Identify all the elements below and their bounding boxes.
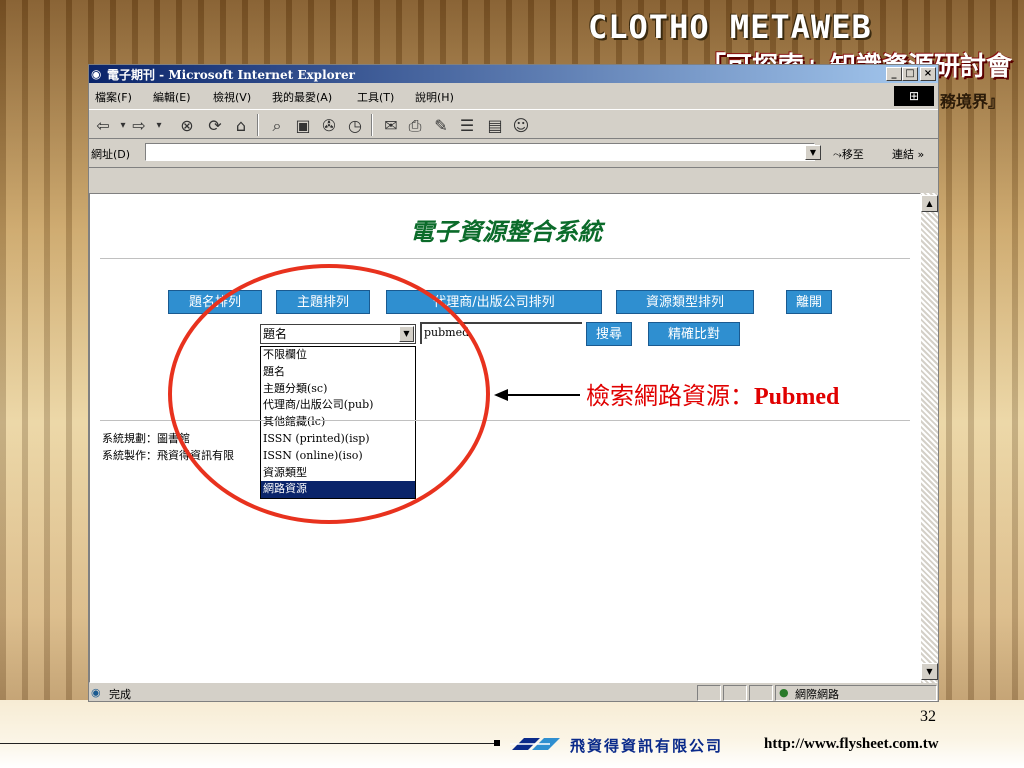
edit-icon[interactable]: ✎ [431, 116, 451, 136]
address-bar: 網址(D) ▼ ⤳移至 連結 » [89, 141, 938, 165]
exit-button[interactable]: 離開 [786, 290, 832, 314]
address-input[interactable] [145, 143, 815, 161]
menu-edit[interactable]: 編輯(E) [153, 89, 191, 105]
mail-icon[interactable]: ✉ [381, 116, 401, 136]
highlight-ellipse [168, 264, 490, 524]
zone-text: 網際網路 [795, 688, 839, 701]
title-divider [100, 258, 910, 259]
history-icon[interactable]: ◷ [345, 116, 365, 136]
windows-logo-icon: ⊞ [894, 86, 934, 106]
menu-tools[interactable]: 工具(T) [357, 89, 394, 105]
footer-line [0, 743, 500, 744]
status-pane [697, 685, 721, 701]
slide-number: 32 [920, 708, 936, 725]
links-button[interactable]: 連結 » [892, 146, 924, 162]
menu-bar: 檔案(F) 編輯(E) 檢視(V) 我的最愛(A) 工具(T) 說明(H) ⊞ [89, 85, 938, 107]
title-bar[interactable]: ◉ 電子期刊 - Microsoft Internet Explorer _ □… [89, 65, 938, 83]
arrow-left-icon [494, 389, 580, 401]
go-button[interactable]: ⤳移至 [833, 146, 864, 162]
forward-icon[interactable]: ⇨ [129, 116, 149, 136]
annotation-prefix: 檢索網路資源： [586, 382, 754, 410]
toolbar-separator [371, 114, 373, 136]
maximize-button[interactable]: □ [902, 67, 918, 81]
banner-subtitle-tail: 務境界』 [940, 92, 1005, 111]
flysheet-logo-icon [510, 738, 560, 750]
minimize-button[interactable]: _ [886, 67, 902, 81]
print-icon[interactable]: ⎙ [405, 116, 425, 136]
toolbar-separator [257, 114, 259, 136]
menu-file[interactable]: 檔案(F) [95, 89, 132, 105]
messenger-icon[interactable]: ☺ [511, 116, 531, 136]
toolbar: ⇦ ▾ ⇨ ▾ ⊗ ⟳ ⌂ ⌕ ▣ ✇ ◷ ✉ ⎙ ✎ ☰ ▤ ☺ [89, 109, 938, 139]
status-pane [749, 685, 773, 701]
window-title: 電子期刊 - Microsoft Internet Explorer [107, 68, 355, 82]
company-url: http://www.flysheet.com.tw [764, 736, 939, 752]
vertical-scrollbar[interactable]: ▲ ▼ [921, 193, 938, 683]
footer-bullet [494, 740, 500, 746]
close-button[interactable]: × [920, 67, 936, 81]
globe-icon: ● [779, 686, 789, 699]
menu-view[interactable]: 檢視(V) [213, 89, 251, 105]
exact-match-button[interactable]: 精確比對 [648, 322, 740, 346]
company-name: 飛資得資訊有限公司 [570, 737, 724, 755]
page-done-icon: ◉ [91, 686, 101, 699]
search-button[interactable]: 搜尋 [586, 322, 632, 346]
media-icon[interactable]: ✇ [319, 116, 339, 136]
empty-toolbar-row [89, 167, 938, 193]
address-dropdown-icon[interactable]: ▼ [805, 145, 821, 160]
research-icon[interactable]: ▤ [485, 116, 505, 136]
nav-resource-type-sort-button[interactable]: 資源類型排列 [616, 290, 754, 314]
status-bar: ◉ 完成 ● 網際網路 [89, 685, 938, 701]
search-icon[interactable]: ⌕ [267, 116, 287, 136]
ie-logo-icon: ◉ [91, 67, 102, 81]
annotation-label: 檢索網路資源：Pubmed [586, 376, 839, 411]
menu-favorites[interactable]: 我的最愛(A) [272, 89, 332, 105]
discuss-icon[interactable]: ☰ [457, 116, 477, 136]
go-arrow-icon: ⤳ [833, 148, 842, 161]
refresh-icon[interactable]: ⟳ [205, 116, 225, 136]
status-pane [723, 685, 747, 701]
page-title: 電子資源整合系統 [410, 217, 602, 246]
go-label: 移至 [841, 148, 864, 161]
forward-dropdown-icon[interactable]: ▾ [149, 116, 169, 136]
stop-icon[interactable]: ⊗ [177, 116, 197, 136]
scroll-down-icon[interactable]: ▼ [921, 663, 938, 680]
annotation-term: Pubmed [754, 384, 840, 410]
scroll-up-icon[interactable]: ▲ [921, 195, 938, 212]
menu-help[interactable]: 說明(H) [415, 89, 454, 105]
status-text: 完成 [109, 688, 131, 701]
favorites-icon[interactable]: ▣ [293, 116, 313, 136]
home-icon[interactable]: ⌂ [231, 116, 251, 136]
banner-title: CLOTHO METAWEB [588, 8, 872, 46]
back-icon[interactable]: ⇦ [93, 116, 113, 136]
address-label: 網址(D) [91, 148, 131, 161]
